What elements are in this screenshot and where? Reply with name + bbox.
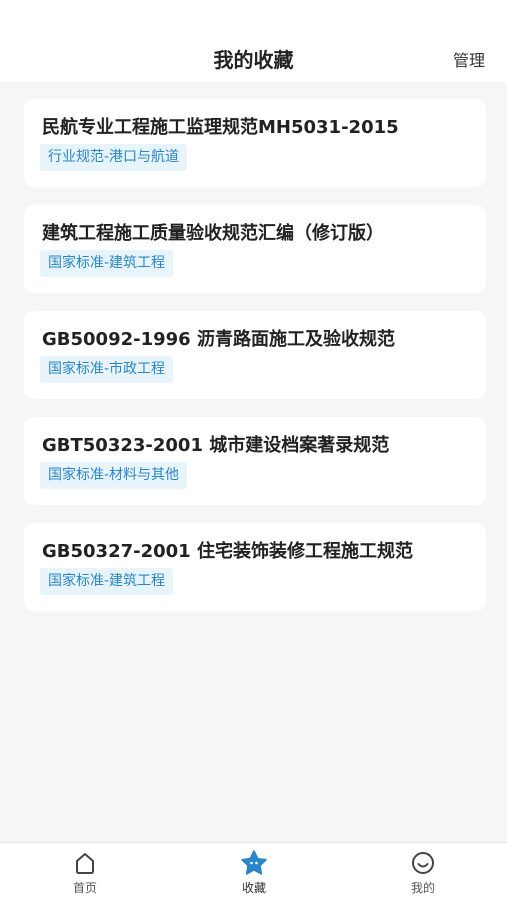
tab-mine[interactable]: 我的 bbox=[373, 849, 473, 896]
tab-favorites-label: 收藏 bbox=[241, 881, 266, 895]
bottom-tab-bar: 首页 收藏 我的 bbox=[0, 842, 507, 900]
item-title: GBT50323-2001 城市建设档案著录规范 bbox=[42, 435, 390, 456]
list-item[interactable]: GBT50323-2001 城市建设档案著录规范 国家标准-材料与其他 bbox=[24, 417, 486, 505]
home-icon bbox=[35, 849, 135, 877]
tab-mine-label: 我的 bbox=[410, 881, 435, 895]
star-icon bbox=[204, 849, 304, 877]
top-bar: 我的收藏 管理 bbox=[0, 0, 507, 82]
category-tag: 国家标准-材料与其他 bbox=[40, 462, 188, 489]
list-item[interactable]: GB50092-1996 沥青路面施工及验收规范 国家标准-市政工程 bbox=[24, 311, 486, 399]
item-title: 建筑工程施工质量验收规范汇编（修订版） bbox=[42, 223, 384, 244]
item-title: GB50327-2001 住宅装饰装修工程施工规范 bbox=[42, 541, 413, 562]
list-item[interactable]: 建筑工程施工质量验收规范汇编（修订版） 国家标准-建筑工程 bbox=[24, 205, 486, 293]
category-tag: 国家标准-建筑工程 bbox=[40, 250, 174, 277]
smile-icon bbox=[373, 849, 473, 877]
manage-button[interactable]: 管理 bbox=[453, 47, 485, 71]
item-title: 民航专业工程施工监理规范MH5031-2015 bbox=[42, 117, 399, 138]
category-tag: 国家标准-市政工程 bbox=[40, 356, 174, 383]
tab-home[interactable]: 首页 bbox=[35, 849, 135, 896]
category-tag: 国家标准-建筑工程 bbox=[40, 568, 174, 595]
item-title: GB50092-1996 沥青路面施工及验收规范 bbox=[42, 329, 395, 350]
page-title: 我的收藏 bbox=[213, 48, 294, 72]
favorites-list: 民航专业工程施工监理规范MH5031-2015 行业规范-港口与航道 建筑工程施… bbox=[24, 99, 486, 629]
tab-favorites[interactable]: 收藏 bbox=[204, 849, 304, 896]
list-item[interactable]: 民航专业工程施工监理规范MH5031-2015 行业规范-港口与航道 bbox=[24, 99, 486, 187]
tab-home-label: 首页 bbox=[72, 881, 97, 895]
list-item[interactable]: GB50327-2001 住宅装饰装修工程施工规范 国家标准-建筑工程 bbox=[24, 523, 486, 611]
category-tag: 行业规范-港口与航道 bbox=[40, 144, 188, 171]
